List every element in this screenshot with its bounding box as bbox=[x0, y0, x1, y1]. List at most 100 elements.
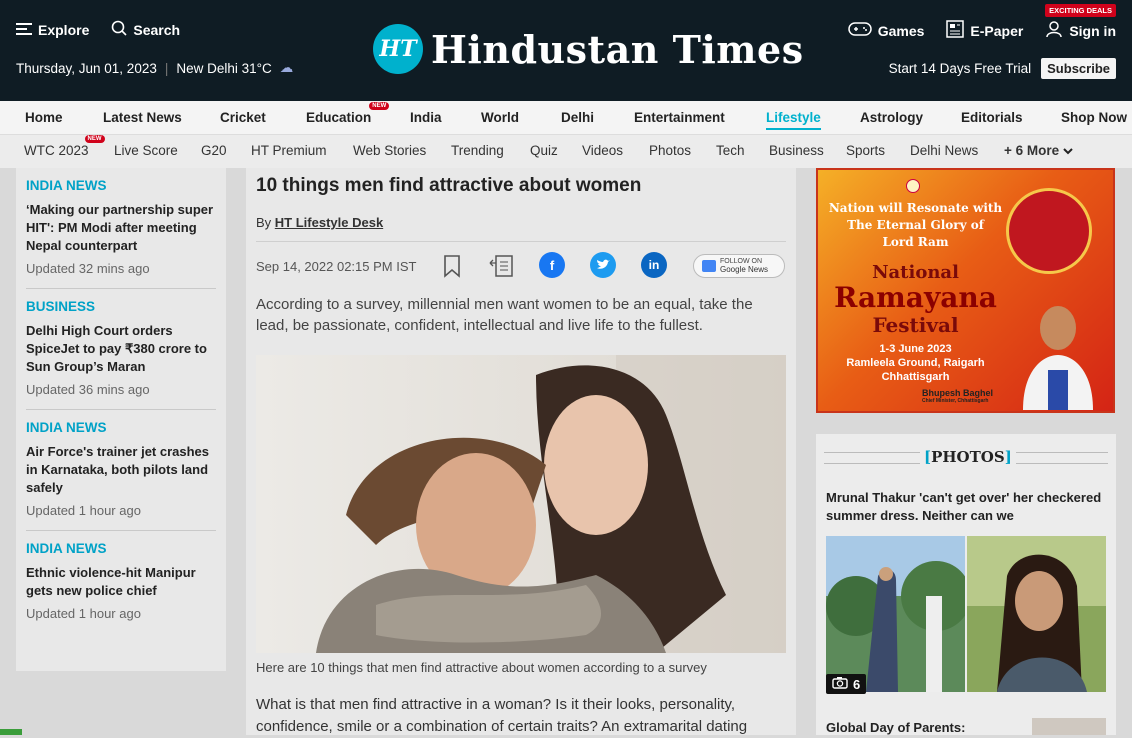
list-item[interactable]: INDIA NEWS Air Force's trainer jet crash… bbox=[26, 410, 216, 531]
explore-label: Explore bbox=[38, 21, 90, 38]
nav-delhi[interactable]: Delhi bbox=[561, 110, 594, 125]
news-updated: Updated 32 mins ago bbox=[26, 261, 150, 276]
photo-count-badge: 6 bbox=[826, 674, 867, 694]
festival-ad-banner[interactable]: Nation will Resonate with The Eternal Gl… bbox=[816, 168, 1115, 413]
bookmark-icon[interactable] bbox=[442, 254, 462, 283]
nav2-quiz[interactable]: Quiz bbox=[530, 143, 558, 158]
nav2-photos[interactable]: Photos bbox=[649, 143, 691, 158]
next-photo-story-title[interactable]: Global Day of Parents: bbox=[826, 720, 965, 735]
nav-india[interactable]: India bbox=[410, 110, 442, 125]
nav-cricket[interactable]: Cricket bbox=[220, 110, 266, 125]
left-news-list: INDIA NEWS ‘Making our partnership super… bbox=[16, 168, 226, 671]
news-headline[interactable]: Ethnic violence-hit Manipur gets new pol… bbox=[26, 564, 216, 600]
publish-date: Sep 14, 2022 02:15 PM IST bbox=[256, 259, 417, 274]
nav2-delhi-news[interactable]: Delhi News bbox=[910, 143, 978, 158]
author-link[interactable]: HT Lifestyle Desk bbox=[275, 215, 383, 230]
twitter-icon[interactable] bbox=[590, 252, 616, 278]
nav-education-label: Education bbox=[306, 110, 372, 125]
nav-latest-news[interactable]: Latest News bbox=[103, 110, 182, 125]
news-headline[interactable]: Air Force's trainer jet crashes in Karna… bbox=[26, 443, 216, 497]
nav2-ht-premium[interactable]: HT Premium bbox=[251, 143, 327, 158]
copy-icon[interactable] bbox=[488, 253, 516, 284]
ad-person-name: Bhupesh Baghel bbox=[922, 388, 994, 398]
nav-shop-now[interactable]: Shop Now bbox=[1061, 110, 1127, 125]
ad-person: Bhupesh Baghel Chief Minister, Chhattisg… bbox=[922, 388, 993, 404]
article-summary: According to a survey, millennial men wa… bbox=[256, 296, 753, 334]
nav2-more[interactable]: + 6 More bbox=[1004, 143, 1073, 158]
photo-count: 6 bbox=[853, 676, 861, 692]
ad-festival: Festival bbox=[872, 313, 959, 337]
games-button[interactable]: Games bbox=[847, 20, 925, 41]
secondary-nav: WTC 2023 NEW Live Score G20 HT Premium We… bbox=[0, 135, 1132, 168]
list-item[interactable]: BUSINESS Delhi High Court orders SpiceJe… bbox=[26, 289, 216, 410]
nav2-wtc-label: WTC 2023 bbox=[24, 143, 89, 158]
nav2-trending[interactable]: Trending bbox=[451, 143, 504, 158]
article-meta: Sep 14, 2022 02:15 PM IST f in FOLLOW ON… bbox=[256, 241, 786, 291]
ad-emblem bbox=[906, 179, 920, 193]
google-news-icon bbox=[702, 260, 716, 272]
ad-title: National Ramayana Festival bbox=[828, 262, 1003, 337]
news-category[interactable]: INDIA NEWS bbox=[26, 541, 216, 556]
article-hero-image bbox=[256, 355, 786, 653]
explore-button[interactable]: Explore bbox=[16, 20, 89, 39]
search-button[interactable]: Search bbox=[111, 20, 180, 39]
photo-story-images[interactable] bbox=[826, 536, 1106, 692]
nav-entertainment[interactable]: Entertainment bbox=[634, 110, 725, 125]
nav2-business[interactable]: Business bbox=[769, 143, 824, 158]
photo-story-title[interactable]: Mrunal Thakur 'can't get over' her check… bbox=[826, 489, 1108, 525]
cloud-icon: ☁ bbox=[279, 60, 294, 75]
games-label: Games bbox=[877, 22, 925, 39]
nav2-web-stories[interactable]: Web Stories bbox=[353, 143, 426, 158]
search-label: Search bbox=[133, 21, 181, 38]
nav-education[interactable]: Education NEW bbox=[306, 102, 390, 125]
green-indicator bbox=[0, 729, 22, 735]
nav2-videos[interactable]: Videos bbox=[582, 143, 623, 158]
ad-venue-line: Ramleela Ground, Raigarh bbox=[846, 357, 985, 369]
nav2-sports[interactable]: Sports bbox=[846, 143, 885, 158]
nav2-live-score[interactable]: Live Score bbox=[114, 143, 178, 158]
top-header: Explore Search Thursday, Jun 01, 2023 | … bbox=[0, 0, 1132, 101]
photo-right bbox=[967, 536, 1106, 692]
subscribe-button[interactable]: Subscribe bbox=[1041, 58, 1116, 79]
photos-heading[interactable]: [PHOTOS] bbox=[920, 448, 1016, 466]
photos-heading-label: PHOTOS bbox=[931, 448, 1005, 466]
user-icon bbox=[1045, 20, 1063, 41]
new-badge: NEW bbox=[84, 135, 105, 143]
nav-editorials[interactable]: Editorials bbox=[961, 110, 1023, 125]
list-item[interactable]: INDIA NEWS Ethnic violence-hit Manipur g… bbox=[26, 531, 216, 633]
trial-link[interactable]: Start 14 Days Free Trial bbox=[889, 61, 1032, 76]
signin-button[interactable]: Sign in bbox=[1045, 20, 1116, 41]
nav-home[interactable]: Home bbox=[25, 110, 63, 125]
ad-line: The Eternal Glory of bbox=[847, 218, 984, 232]
photos-widget: [PHOTOS] Mrunal Thakur 'can't get over' … bbox=[816, 434, 1116, 735]
google-news-button[interactable]: FOLLOW ON Google News bbox=[693, 254, 785, 278]
list-item[interactable]: INDIA NEWS ‘Making our partnership super… bbox=[26, 168, 216, 289]
article-title: 10 things men find attractive about wome… bbox=[256, 175, 642, 196]
linkedin-icon[interactable]: in bbox=[641, 252, 667, 278]
news-category[interactable]: INDIA NEWS bbox=[26, 420, 216, 435]
nav2-g20[interactable]: G20 bbox=[201, 143, 227, 158]
new-badge: NEW bbox=[369, 102, 390, 110]
nav-astrology[interactable]: Astrology bbox=[860, 110, 923, 125]
article-body: What is that men find attractive in a wo… bbox=[256, 696, 748, 735]
news-headline[interactable]: ‘Making our partnership super HIT': PM M… bbox=[26, 201, 216, 255]
ad-dates: 1-3 June 2023 bbox=[879, 343, 952, 355]
main-nav: Home Latest News Cricket Education NEW In… bbox=[0, 101, 1132, 135]
ad-ramayana: Ramayana bbox=[834, 281, 997, 314]
news-category[interactable]: BUSINESS bbox=[26, 299, 216, 314]
deals-badge[interactable]: EXCITING DEALS bbox=[1045, 4, 1116, 17]
ad-line: Nation will Resonate with bbox=[828, 201, 1003, 215]
byline-prefix: By bbox=[256, 215, 272, 230]
site-logo[interactable]: HT Hindustan Times bbox=[373, 24, 804, 74]
nav2-tech[interactable]: Tech bbox=[716, 143, 745, 158]
ad-person-role: Chief Minister, Chhattisgarh bbox=[922, 398, 989, 404]
nav-lifestyle[interactable]: Lifestyle bbox=[766, 110, 821, 130]
nav2-wtc[interactable]: WTC 2023 NEW bbox=[24, 135, 105, 158]
news-headline[interactable]: Delhi High Court orders SpiceJet to pay … bbox=[26, 322, 216, 376]
epaper-button[interactable]: E-Paper bbox=[946, 20, 1023, 41]
next-photo-thumb[interactable] bbox=[1032, 718, 1106, 735]
news-category[interactable]: INDIA NEWS bbox=[26, 178, 216, 193]
nav-world[interactable]: World bbox=[481, 110, 519, 125]
ad-line: Lord Ram bbox=[882, 235, 949, 249]
facebook-icon[interactable]: f bbox=[539, 252, 565, 278]
